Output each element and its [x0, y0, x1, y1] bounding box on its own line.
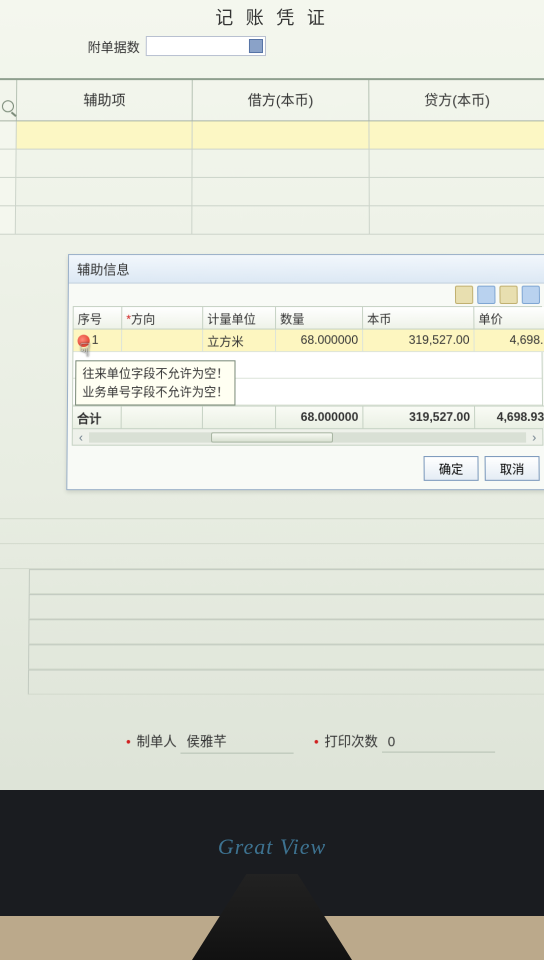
aux-button-bar: 确定 取消 [67, 446, 544, 481]
aux-grid-total-row: 合计 68.000000 319,527.00 4,698.93 [73, 406, 542, 429]
col-qty[interactable]: 数量 [276, 307, 363, 329]
tooltip-line: 往来单位字段不允许为空！ [82, 364, 228, 382]
page-title: 记 账 凭 证 [0, 0, 544, 32]
toolbar-icon-3[interactable] [499, 286, 517, 304]
scroll-track[interactable] [89, 432, 526, 442]
calendar-icon[interactable] [249, 39, 263, 53]
tooltip-line: 业务单号字段不允许为空！ [82, 383, 228, 402]
table-row[interactable] [0, 150, 544, 178]
ok-button[interactable]: 确定 [424, 456, 479, 481]
total-label: 合计 [73, 406, 122, 429]
attachments-label: 附单据数 [88, 36, 140, 55]
attachments-input[interactable] [146, 36, 266, 56]
toolbar-icon-1[interactable] [455, 286, 473, 304]
print-count-value: 0 [382, 734, 495, 753]
subtable-row[interactable] [28, 594, 544, 619]
table-row[interactable] [0, 544, 544, 569]
monitor-brand: Great View [218, 834, 326, 860]
subtable-row[interactable] [29, 569, 544, 594]
total-price: 4,698.93 [475, 406, 544, 429]
validation-tooltip: 往来单位字段不允许为空！ 业务单号字段不允许为空！ [75, 360, 235, 405]
table-row[interactable] [0, 519, 544, 544]
col-base-currency[interactable]: 本币 [363, 307, 474, 329]
col-credit[interactable]: 贷方(本币) [369, 80, 544, 120]
toolbar-icon-4[interactable] [522, 286, 540, 304]
col-debit[interactable]: 借方(本币) [193, 80, 369, 120]
toolbar-icon-2[interactable] [477, 286, 495, 304]
app-window: 记 账 凭 证 附单据数 辅助项 借方(本币) 贷方(本币) 辅助信息 序号 [0, 0, 544, 813]
preparer-value: 侯雅芊 [180, 730, 293, 753]
aux-toolbar [69, 284, 544, 306]
cell-price[interactable]: 4,698. [474, 330, 544, 353]
table-row[interactable] [0, 206, 544, 234]
table-row[interactable] [0, 121, 544, 149]
table-row[interactable] [0, 494, 544, 519]
col-aux-item[interactable]: 辅助项 [17, 80, 193, 120]
print-count-field: • 打印次数 0 [314, 730, 495, 752]
table-row[interactable] [0, 178, 544, 206]
preparer-label: 制单人 [136, 734, 176, 750]
horizontal-scrollbar[interactable]: ‹ › [72, 429, 544, 446]
total-base-currency: 319,527.00 [363, 406, 475, 429]
aux-panel-title: 辅助信息 [69, 255, 544, 284]
footer-area: • 制单人 侯雅芊 • 打印次数 0 [0, 724, 544, 798]
main-grid-header: 辅助项 借方(本币) 贷方(本币) [0, 78, 544, 121]
search-column-head [0, 80, 17, 120]
col-unit[interactable]: 计量单位 [203, 307, 276, 329]
subtable-row[interactable] [28, 644, 544, 669]
cancel-button[interactable]: 取消 [485, 456, 540, 481]
scroll-left-icon[interactable]: ‹ [73, 430, 89, 444]
col-seq[interactable]: 序号 [74, 307, 123, 329]
col-price[interactable]: 单价 [474, 307, 544, 329]
scroll-thumb[interactable] [211, 432, 333, 442]
lower-grid-area [0, 494, 544, 718]
monitor-bezel: Great View [0, 790, 544, 960]
subtable-row[interactable] [28, 619, 544, 644]
cell-seq[interactable]: 1 [73, 330, 122, 353]
aux-grid-header: 序号 *方向 计量单位 数量 本币 单价 [74, 307, 542, 329]
search-icon[interactable] [1, 100, 13, 112]
aux-grid-row[interactable]: 1 立方米 68.000000 319,527.00 4,698. [73, 330, 541, 353]
col-direction[interactable]: *方向 [122, 307, 203, 329]
scroll-right-icon[interactable]: › [526, 430, 542, 444]
subtable-row[interactable] [28, 669, 544, 694]
print-count-label: 打印次数 [324, 734, 378, 750]
total-qty: 68.000000 [276, 406, 363, 429]
cell-unit[interactable]: 立方米 [203, 330, 276, 353]
cell-direction[interactable] [122, 330, 203, 353]
top-form: 附单据数 [0, 32, 544, 60]
error-icon [78, 335, 90, 347]
main-grid-body [0, 121, 544, 234]
preparer-field: • 制单人 侯雅芊 [126, 730, 293, 753]
cell-base-currency[interactable]: 319,527.00 [363, 330, 475, 353]
cell-qty[interactable]: 68.000000 [276, 330, 363, 353]
